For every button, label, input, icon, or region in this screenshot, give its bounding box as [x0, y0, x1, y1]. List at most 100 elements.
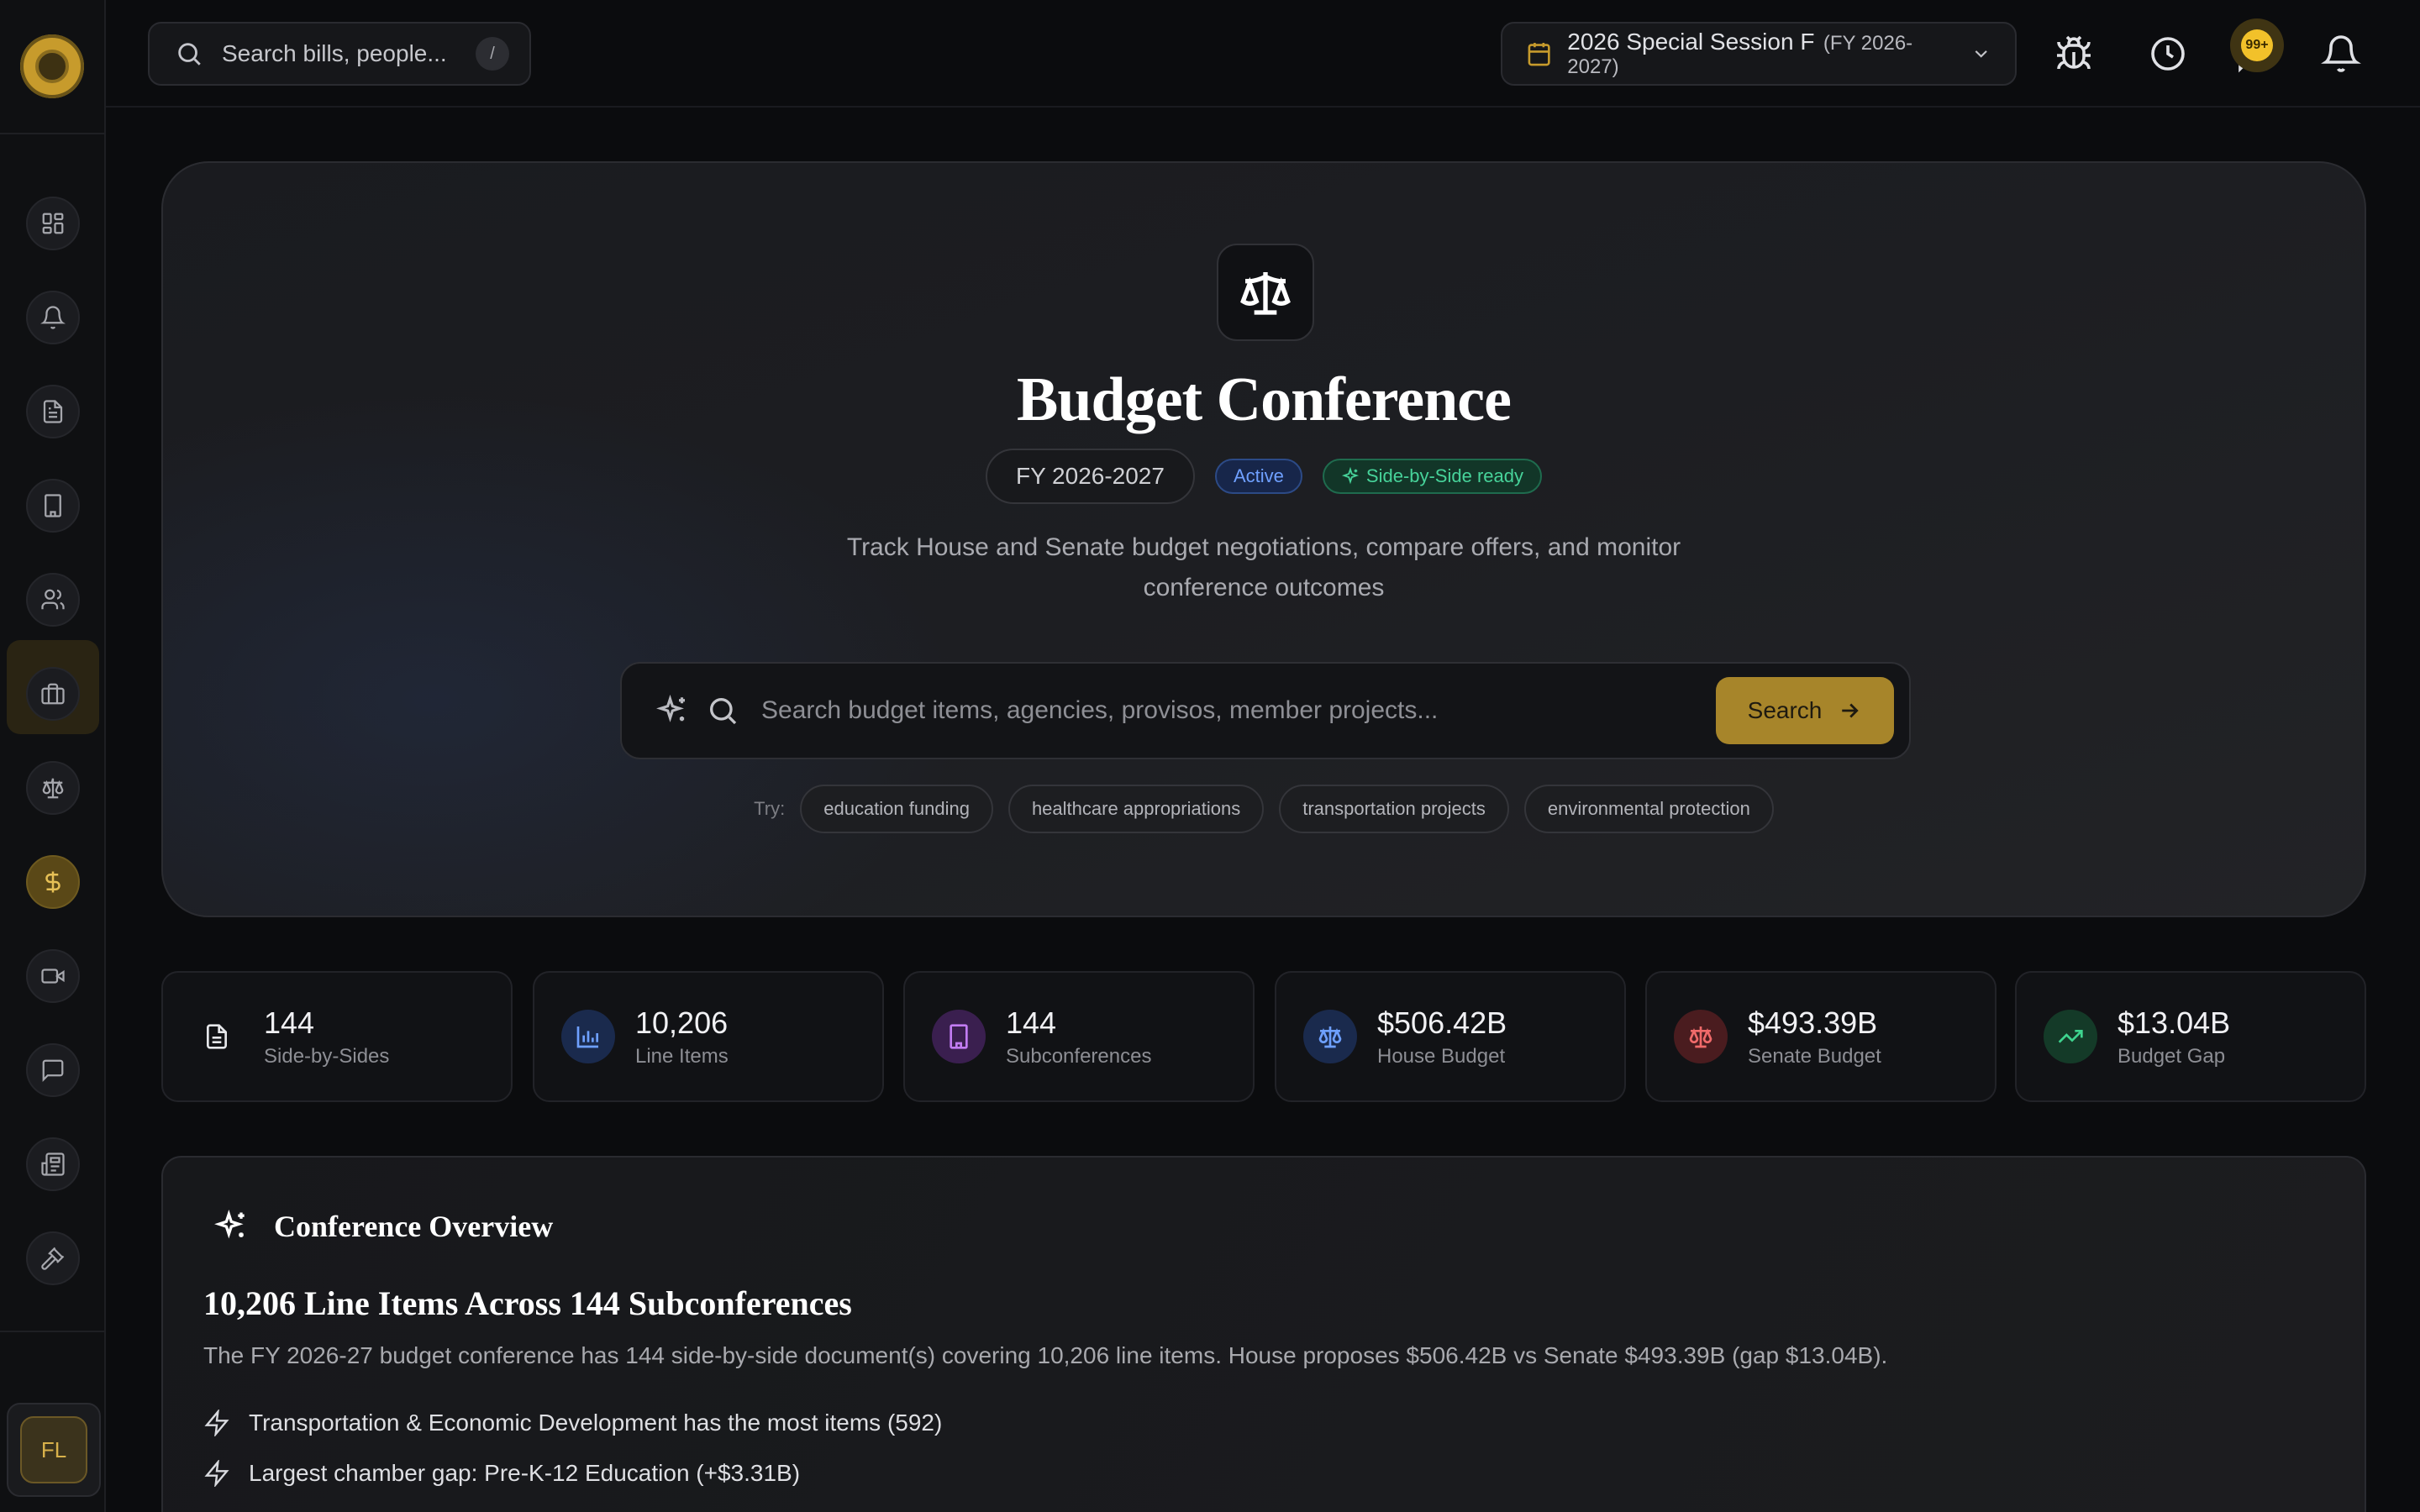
suggestion-chip[interactable]: environmental protection [1523, 785, 1774, 833]
stat-card-budget-gap[interactable]: $13.04B Budget Gap [2015, 971, 2366, 1102]
budget-search-bar[interactable]: Search budget items, agencies, provisos,… [620, 662, 1911, 759]
stat-value: 144 [1006, 1005, 1057, 1040]
stat-value: 10,206 [635, 1005, 729, 1040]
status-badge: Active [1214, 459, 1302, 494]
side-by-side-ready-badge: Side-by-Side ready [1322, 459, 1542, 494]
gavel-icon [41, 1247, 65, 1270]
newspaper-icon [41, 1152, 65, 1176]
bug-icon[interactable] [2054, 34, 2094, 74]
stat-card-side-by-sides[interactable]: 144 Side-by-Sides [161, 971, 513, 1102]
document-icon [190, 1010, 244, 1063]
app-logo[interactable] [20, 34, 84, 98]
stat-label: Line Items [635, 1045, 729, 1068]
overview-highlights: Transportation & Economic Development ha… [203, 1398, 942, 1499]
building-icon [932, 1010, 986, 1063]
highlight-text: Transportation & Economic Development ha… [249, 1410, 943, 1436]
sidebar-divider [0, 1331, 104, 1332]
ready-badge-label: Side-by-Side ready [1365, 465, 1523, 486]
budget-search-input[interactable]: Search budget items, agencies, provisos,… [761, 696, 1701, 725]
try-label: Try: [754, 798, 786, 819]
sidebar-item-budget[interactable] [26, 855, 80, 909]
history-icon[interactable] [2148, 34, 2188, 74]
search-button-label: Search [1747, 697, 1823, 723]
hero-subtitle-line-1: Track House and Senate budget negotiatio… [846, 533, 1681, 561]
chevron-down-icon [1975, 50, 1987, 58]
overview-summary: The FY 2026-27 budget conference has 144… [203, 1342, 1888, 1368]
hero-subtitle-line-2: conference outcomes [1143, 574, 1385, 601]
video-icon [41, 969, 65, 984]
stat-label: Side-by-Sides [264, 1045, 390, 1068]
scale-icon [42, 778, 64, 799]
hero-subtitle: Track House and Senate budget negotiatio… [163, 528, 2365, 608]
stat-value: $506.42B [1377, 1005, 1507, 1040]
stat-label: House Budget [1377, 1045, 1506, 1068]
sparkle-icon [1341, 467, 1359, 485]
sparkle-icon [214, 1210, 245, 1239]
scale-icon [1303, 1010, 1357, 1063]
stat-card-line-items[interactable]: 10,206 Line Items [533, 971, 884, 1102]
chat-icon [42, 1059, 64, 1082]
list-item: Largest chamber gap: Pre-K-12 Education … [203, 1448, 942, 1499]
stat-card-house-budget[interactable]: $506.42B House Budget [1275, 971, 1626, 1102]
search-suggestions: Try: education funding healthcare approp… [163, 785, 2365, 833]
scale-icon [1674, 1010, 1728, 1063]
trending-up-icon [2044, 1010, 2097, 1063]
top-bar: Search bills, people... / 2026 Special S… [106, 0, 2420, 108]
suggestion-chip[interactable]: education funding [800, 785, 993, 833]
search-button[interactable]: Search [1716, 677, 1894, 744]
document-icon [43, 400, 63, 423]
search-shortcut-key: / [476, 37, 509, 71]
search-icon [178, 43, 201, 66]
sidebar-item-messages[interactable] [26, 1043, 80, 1097]
sidebar-item-conference[interactable] [26, 761, 80, 815]
stat-card-subconferences[interactable]: 144 Subconferences [903, 971, 1255, 1102]
building-icon [45, 494, 61, 517]
notifications-bell-icon[interactable] [2321, 34, 2361, 74]
user-menu[interactable]: FL [7, 1403, 101, 1497]
arrow-right-icon [1842, 703, 1860, 718]
stat-card-senate-budget[interactable]: $493.39B Senate Budget [1645, 971, 1996, 1102]
avatar[interactable]: FL [20, 1416, 87, 1483]
sidebar-item-alerts[interactable] [26, 291, 80, 344]
dollar-icon [45, 871, 60, 893]
sidebar-item-agencies[interactable] [26, 479, 80, 533]
notifications-count: 99+ [2241, 29, 2273, 61]
overview-header: Conference Overview [213, 1208, 553, 1245]
conference-overview-panel: Conference Overview 10,206 Line Items Ac… [161, 1156, 2366, 1512]
logo-area [0, 0, 104, 134]
page-title: Budget Conference [1017, 365, 1512, 434]
suggestion-chip[interactable]: healthcare appropriations [1007, 785, 1265, 833]
stat-label: Budget Gap [2118, 1045, 2226, 1068]
list-item: Transportation & Economic Development ha… [203, 1398, 942, 1448]
highlight-text: Largest chamber gap: Pre-K-12 Education … [249, 1460, 801, 1486]
sidebar-item-video[interactable] [26, 949, 80, 1003]
overview-title: Conference Overview [274, 1210, 554, 1243]
dashboard-icon [42, 213, 64, 234]
suggestion-chip[interactable]: transportation projects [1279, 785, 1509, 833]
bell-icon [40, 306, 66, 329]
hero-panel: Budget Conference FY 2026-2027 Active Si… [161, 161, 2366, 917]
stat-label: Senate Budget [1748, 1045, 1881, 1068]
stat-label: Subconferences [1006, 1045, 1152, 1068]
hero-badges: FY 2026-2027 Active Side-by-Side ready [163, 449, 2365, 504]
fiscal-year-pill: FY 2026-2027 [986, 449, 1195, 504]
notifications-badge[interactable]: 99+ [2230, 18, 2284, 72]
sidebar-item-people[interactable] [26, 573, 80, 627]
users-icon [41, 589, 65, 610]
scale-icon [1240, 272, 1291, 315]
sidebar-item-bills[interactable] [26, 385, 80, 438]
sidebar-item-dashboard[interactable] [26, 197, 80, 250]
calendar-icon [1528, 42, 1550, 66]
sparkle-icon [656, 694, 685, 722]
session-name: 2026 Special Session F [1567, 29, 1815, 55]
stat-value: $493.39B [1748, 1005, 1878, 1040]
sidebar-item-lobbyists[interactable] [26, 667, 80, 721]
session-selector[interactable]: 2026 Special Session F (FY 2026-2027) [1501, 22, 2017, 86]
stat-value: $13.04B [2118, 1005, 2231, 1040]
lightning-icon [204, 1460, 229, 1487]
global-search[interactable]: Search bills, people... / [148, 22, 531, 86]
bar-chart-icon [561, 1010, 615, 1063]
lightning-icon [204, 1410, 229, 1436]
sidebar-item-votes[interactable] [26, 1231, 80, 1285]
sidebar-item-news[interactable] [26, 1137, 80, 1191]
